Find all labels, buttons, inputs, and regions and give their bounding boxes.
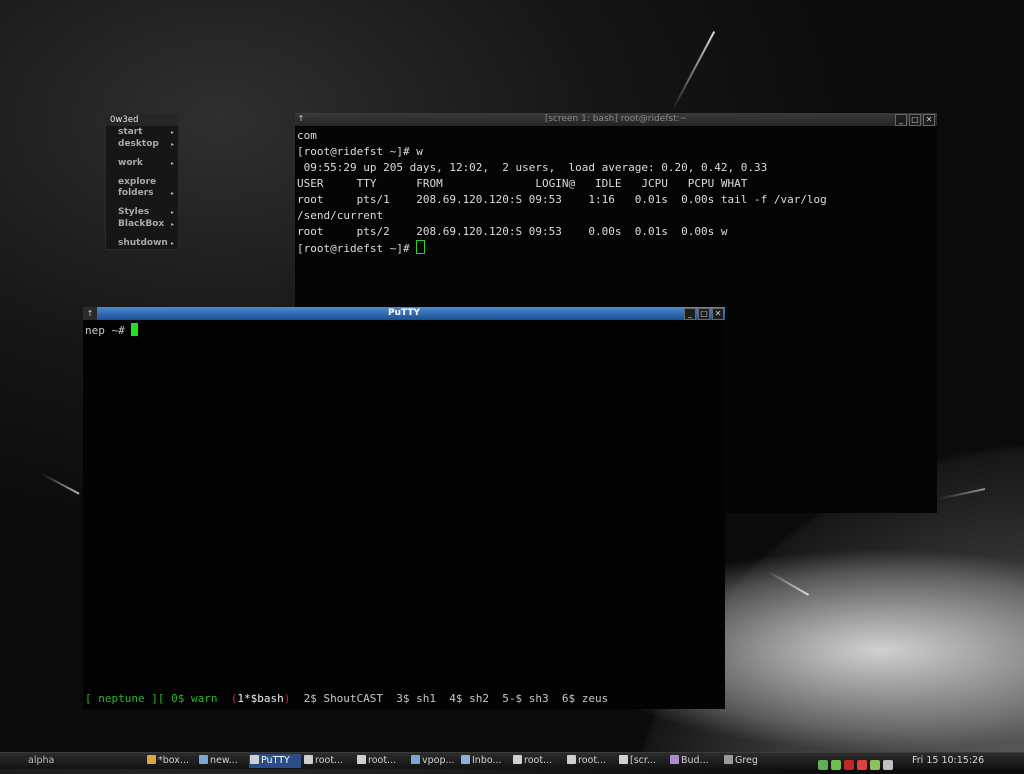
task-label: Greg (735, 755, 758, 766)
taskbar-task[interactable]: [scr... (618, 754, 668, 768)
meteor-streak (41, 473, 80, 495)
task-app-icon (513, 755, 522, 764)
task-app-icon (304, 755, 313, 764)
close-button[interactable]: ✕ (712, 308, 724, 320)
terminal-output[interactable]: com [root@ridefst ~]# w 09:55:29 up 205 … (297, 128, 827, 257)
terminal-output[interactable]: nep ~# (85, 323, 139, 339)
submenu-arrow-icon: ▸ (170, 160, 174, 167)
close-button[interactable]: ✕ (923, 114, 935, 126)
submenu-arrow-icon: ▸ (170, 240, 174, 247)
task-label: root... (578, 755, 607, 766)
task-app-icon (147, 755, 156, 764)
task-label: Bud... (681, 755, 709, 766)
putty-window[interactable]: ↑ PuTTY _ □ ✕ nep ~# [ neptune ][ 0$ war… (83, 307, 725, 709)
screen-statusbar: [ neptune ][ 0$ warn (1*$bash) 2$ ShoutC… (85, 692, 609, 705)
taskbar-task[interactable]: root... (356, 754, 408, 768)
taskbar-task[interactable]: *box... (146, 754, 198, 768)
root-menu: 0w3ed start ▸ desktop ▸ work ▸ explore fold… (105, 113, 179, 250)
task-app-icon (199, 755, 208, 764)
menu-item-blackbox[interactable]: BlackBox ▸ (118, 219, 176, 230)
system-tray (818, 755, 896, 770)
task-label: new... (210, 755, 238, 766)
terminal-line: USER TTY FROM LOGIN@ IDLE JCPU PCPU WHAT (297, 177, 748, 190)
clock: Fri 15 10:15:26 (912, 755, 985, 766)
statusbar-window-active[interactable]: 1*$bash (237, 692, 283, 705)
maximize-button[interactable]: □ (698, 308, 710, 320)
opera-icon[interactable] (844, 760, 854, 770)
terminal-line: root pts/2 208.69.120.120:S 09:53 0.00s … (297, 225, 728, 238)
meteor-streak (671, 31, 716, 112)
menu-item-work[interactable]: work ▸ (118, 158, 176, 169)
task-app-icon (357, 755, 366, 764)
volume-icon[interactable] (883, 760, 893, 770)
task-label: [scr... (630, 755, 656, 766)
taskbar-task[interactable]: PuTTY (249, 754, 301, 768)
terminal-line: [root@ridefst ~]# w (297, 145, 423, 158)
window-titlebar[interactable]: ↑ [screen 1: bash] root@ridefst:~ _ □ ✕ (295, 113, 937, 126)
statusbar-window-list[interactable]: 2$ ShoutCAST 3$ sh1 4$ sh2 5-$ sh3 6$ ze… (290, 692, 609, 705)
task-app-icon (567, 755, 576, 764)
terminal-line: 09:55:29 up 205 days, 12:02, 2 users, lo… (297, 161, 768, 174)
messenger-icon[interactable] (831, 760, 841, 770)
grid-icon[interactable] (870, 760, 880, 770)
taskbar-task[interactable]: Inbo... (460, 754, 510, 768)
menu-item-start[interactable]: start ▸ (118, 127, 176, 138)
maximize-button[interactable]: □ (909, 114, 921, 126)
statusbar-hostname: neptune (98, 692, 145, 705)
network-icon[interactable] (818, 760, 828, 770)
submenu-arrow-icon: ▸ (170, 190, 174, 197)
minimize-button[interactable]: _ (895, 114, 907, 126)
task-label: PuTTY (261, 755, 290, 766)
root-menu-title: 0w3ed (106, 114, 178, 126)
meteor-streak (766, 570, 810, 596)
media-icon[interactable] (857, 760, 867, 770)
terminal-cursor (416, 240, 426, 254)
menu-item-styles[interactable]: Styles ▸ (118, 207, 176, 218)
task-label: *box... (158, 755, 189, 766)
taskbar-task[interactable]: vpop... (410, 754, 458, 768)
taskbar-task[interactable]: root... (566, 754, 616, 768)
task-app-icon (250, 755, 259, 764)
task-label: Inbo... (472, 755, 502, 766)
window-title: PuTTY (387, 308, 420, 318)
taskbar-task[interactable]: Bud... (669, 754, 721, 768)
terminal-prompt: nep ~# (85, 324, 132, 337)
task-label: vpop... (422, 755, 455, 766)
taskbar-task[interactable]: root... (303, 754, 355, 768)
task-app-icon (461, 755, 470, 764)
meteor-streak (937, 488, 986, 500)
taskbar-task[interactable]: root... (512, 754, 564, 768)
task-app-icon (411, 755, 420, 764)
menu-item-shutdown[interactable]: shutdown ▸ (118, 238, 176, 249)
taskbar-task[interactable]: Greg (723, 754, 768, 768)
taskbar: alpha *box... new... PuTTY root... root... vp… (0, 752, 1024, 770)
terminal-line: root pts/1 208.69.120.120:S 09:53 1:16 0… (297, 193, 827, 206)
task-app-icon (724, 755, 733, 764)
window-title: [screen 1: bash] root@ridefst:~ (544, 114, 688, 124)
taskbar-task[interactable]: new... (198, 754, 248, 768)
window-titlebar[interactable]: ↑ PuTTY _ □ ✕ (83, 307, 725, 320)
terminal-cursor (131, 323, 139, 336)
task-label: root... (315, 755, 344, 766)
terminal-line: /send/current (297, 209, 384, 222)
task-app-icon (670, 755, 679, 764)
terminal-line: com (297, 129, 317, 142)
menu-item-explore[interactable]: explore (118, 177, 176, 188)
submenu-arrow-icon: ▸ (170, 141, 174, 148)
submenu-arrow-icon: ▸ (170, 209, 174, 216)
task-label: root... (524, 755, 553, 766)
menu-item-desktop[interactable]: desktop ▸ (118, 139, 176, 150)
submenu-arrow-icon: ▸ (170, 129, 174, 136)
task-label: root... (368, 755, 397, 766)
task-app-icon (619, 755, 628, 764)
workspace-name[interactable]: alpha (0, 753, 116, 769)
submenu-arrow-icon: ▸ (170, 221, 174, 228)
minimize-button[interactable]: _ (684, 308, 696, 320)
menu-item-folders[interactable]: folders ▸ (118, 188, 176, 199)
statusbar-window-0[interactable]: 0$ warn (171, 692, 217, 705)
terminal-prompt: [root@ridefst ~]# (297, 242, 417, 255)
